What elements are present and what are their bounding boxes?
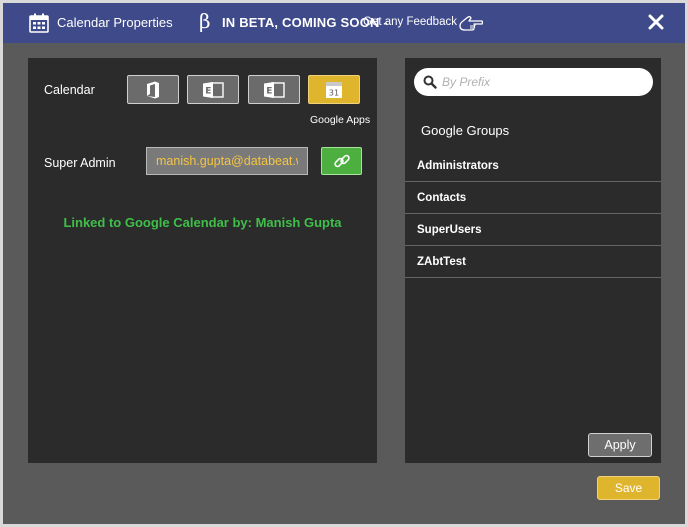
save-button[interactable]: Save xyxy=(597,476,660,500)
groups-panel: Google Groups Administrators Contacts Su… xyxy=(405,58,661,463)
exchange-icon: E xyxy=(264,81,285,98)
linked-status-text: Linked to Google Calendar by: Manish Gup… xyxy=(63,215,342,230)
exchange-button[interactable]: E xyxy=(187,75,239,104)
link-account-button[interactable] xyxy=(321,147,362,175)
calendar-properties-dialog: Calendar Properties β IN BETA, COMING SO… xyxy=(0,0,688,527)
feedback-link[interactable]: Get any Feedback xyxy=(363,16,457,28)
beta-symbol: β xyxy=(199,9,211,33)
close-icon[interactable] xyxy=(647,13,665,31)
exchange-icon: E xyxy=(203,81,224,98)
svg-text:E: E xyxy=(266,86,272,96)
pointing-hand-icon[interactable] xyxy=(457,14,483,32)
group-item-zabttest[interactable]: ZAbtTest xyxy=(405,246,661,278)
google-calendar-icon: 31 xyxy=(326,81,342,98)
group-item-administrators[interactable]: Administrators xyxy=(405,150,661,182)
exchange-onprem-button[interactable]: E xyxy=(248,75,300,104)
group-list: Administrators Contacts SuperUsers ZAbtT… xyxy=(405,150,661,278)
calendar-icon xyxy=(29,13,49,33)
google-apps-button[interactable]: 31 xyxy=(308,75,360,104)
google-calendar-day: 31 xyxy=(329,88,339,97)
group-item-contacts[interactable]: Contacts xyxy=(405,182,661,214)
apply-button[interactable]: Apply xyxy=(588,433,652,457)
search-icon xyxy=(423,75,437,89)
group-search-box[interactable] xyxy=(414,68,653,96)
google-groups-title: Google Groups xyxy=(421,123,510,138)
group-search-input[interactable] xyxy=(442,72,642,92)
selected-calendar-label: Google Apps xyxy=(310,114,371,126)
calendar-settings-panel: Calendar E E 31 Google Apps Super Admin … xyxy=(28,58,377,463)
group-item-superusers[interactable]: SuperUsers xyxy=(405,214,661,246)
dialog-title: Calendar Properties xyxy=(57,15,173,30)
calendar-label: Calendar xyxy=(44,83,95,97)
office365-button[interactable] xyxy=(127,75,179,104)
super-admin-email-field[interactable] xyxy=(146,147,308,175)
svg-text:E: E xyxy=(205,86,211,96)
office-icon xyxy=(147,81,159,98)
title-bar: Calendar Properties β IN BETA, COMING SO… xyxy=(3,3,685,43)
link-icon xyxy=(333,154,350,168)
super-admin-label: Super Admin xyxy=(44,156,116,170)
